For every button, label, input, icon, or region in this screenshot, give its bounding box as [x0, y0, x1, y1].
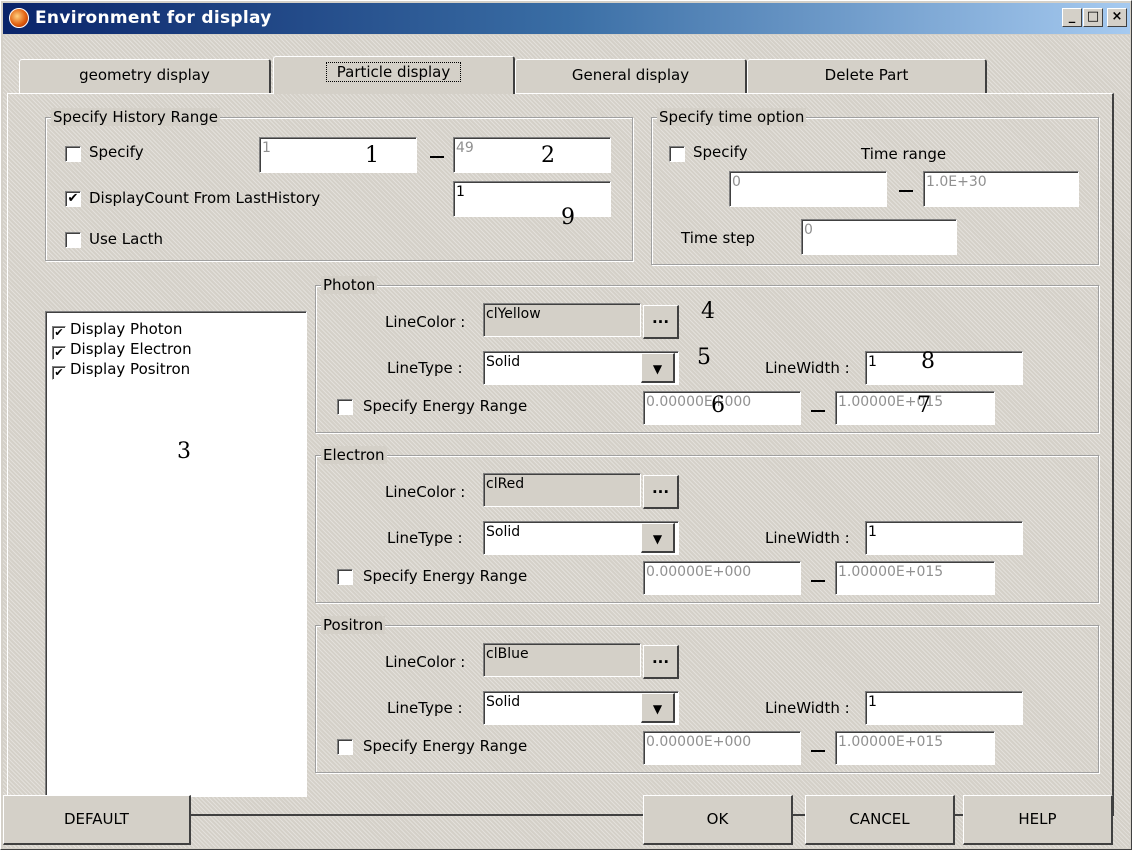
- close-button[interactable]: ×: [1107, 8, 1127, 27]
- electron-energy-label: Specify Energy Range: [363, 567, 528, 585]
- time-step-label: Time step: [681, 229, 755, 247]
- tab-label: geometry display: [79, 66, 210, 84]
- list-item-label: Display Positron: [70, 360, 191, 378]
- window-title: Environment for display: [35, 8, 272, 28]
- positron-energy-checkbox[interactable]: [337, 739, 353, 755]
- displaycount-checkbox[interactable]: ✔: [65, 191, 81, 207]
- annotation-label: 8: [921, 349, 935, 374]
- ok-button[interactable]: OK: [643, 795, 793, 845]
- time-specify-checkbox[interactable]: [669, 146, 685, 162]
- range-dash: [811, 410, 825, 412]
- electron-energy-from-input[interactable]: 0.00000E+000: [643, 561, 801, 595]
- annotation-label: 2: [541, 143, 555, 168]
- dialog-window: Environment for display _ □ × geometry d…: [0, 0, 1132, 850]
- photon-linewidth-label: LineWidth :: [765, 359, 850, 377]
- positron-energy-to-input[interactable]: 1.00000E+015: [835, 731, 995, 765]
- tab-label: General display: [571, 66, 690, 84]
- annotation-label: 6: [711, 393, 725, 418]
- tab-label: Particle display: [325, 62, 462, 82]
- time-range-from-input[interactable]: 0: [729, 171, 887, 207]
- uselacth-checkbox[interactable]: [65, 232, 81, 248]
- help-button[interactable]: HELP: [963, 795, 1113, 845]
- annotation-label: 9: [561, 205, 575, 230]
- positron-energy-label: Specify Energy Range: [363, 737, 528, 755]
- photon-energy-to-input[interactable]: 1.00000E+015: [835, 391, 995, 425]
- time-step-input[interactable]: 0: [801, 219, 957, 255]
- electron-energy-checkbox[interactable]: [337, 569, 353, 585]
- annotation-label: 5: [697, 345, 711, 370]
- annotation-label: 4: [701, 299, 715, 324]
- default-button[interactable]: DEFAULT: [3, 795, 191, 845]
- photon-energy-checkbox[interactable]: [337, 399, 353, 415]
- displaycount-label: DisplayCount From LastHistory: [89, 189, 321, 207]
- display-particle-list[interactable]: ✔ Display Photon ✔ Display Electron ✔ Displ…: [45, 311, 307, 797]
- range-dash: [430, 156, 444, 158]
- time-range-label: Time range: [861, 145, 947, 163]
- electron-color-browse-button[interactable]: ...: [643, 475, 679, 509]
- positron-color-browse-button[interactable]: ...: [643, 645, 679, 679]
- list-item[interactable]: ✔ Display Electron: [52, 340, 192, 360]
- photon-linetype-label: LineType :: [387, 359, 463, 377]
- electron-linewidth-label: LineWidth :: [765, 529, 850, 547]
- display-photon-checkbox[interactable]: ✔: [52, 326, 66, 340]
- tab-geometry-display[interactable]: geometry display: [19, 59, 271, 93]
- positron-linetype-label: LineType :: [387, 699, 463, 717]
- history-specify-label: Specify: [89, 143, 144, 161]
- title-bar[interactable]: Environment for display _ □ ×: [3, 3, 1130, 34]
- group-legend: Positron: [321, 616, 386, 634]
- group-legend: Photon: [321, 276, 378, 294]
- annotation-label: 7: [917, 393, 931, 418]
- photon-linecolor-label: LineColor :: [385, 313, 466, 331]
- tab-general-display[interactable]: General display: [515, 59, 747, 93]
- range-dash: [899, 190, 913, 192]
- annotation-label: 1: [365, 143, 379, 168]
- tab-delete-part[interactable]: Delete Part: [747, 59, 987, 93]
- chevron-down-icon[interactable]: ▼: [641, 693, 675, 723]
- displaycount-input[interactable]: 1: [453, 181, 611, 217]
- electron-linecolor-field[interactable]: clRed: [483, 473, 641, 507]
- history-to-input[interactable]: 49: [453, 137, 611, 173]
- positron-linewidth-label: LineWidth :: [765, 699, 850, 717]
- group-legend: Specify History Range: [51, 108, 221, 126]
- maximize-button[interactable]: □: [1083, 8, 1103, 27]
- group-legend: Specify time option: [657, 108, 807, 126]
- list-item[interactable]: ✔ Display Positron: [52, 360, 190, 380]
- positron-linecolor-field[interactable]: clBlue: [483, 643, 641, 677]
- electron-linetype-label: LineType :: [387, 529, 463, 547]
- positron-linecolor-label: LineColor :: [385, 653, 466, 671]
- range-dash: [811, 580, 825, 582]
- chevron-down-icon[interactable]: ▼: [641, 523, 675, 553]
- list-item-label: Display Photon: [70, 320, 183, 338]
- chevron-down-icon[interactable]: ▼: [641, 353, 675, 383]
- list-item-label: Display Electron: [70, 340, 192, 358]
- photon-energy-label: Specify Energy Range: [363, 397, 528, 415]
- photon-linecolor-field[interactable]: clYellow: [483, 303, 641, 337]
- electron-linecolor-label: LineColor :: [385, 483, 466, 501]
- photon-color-browse-button[interactable]: ...: [643, 305, 679, 339]
- positron-linewidth-input[interactable]: 1: [865, 691, 1023, 725]
- photon-linewidth-input[interactable]: 1: [865, 351, 1023, 385]
- tab-label: Delete Part: [824, 66, 909, 84]
- uselacth-label: Use Lacth: [89, 230, 163, 248]
- dialog-body: geometry display Particle display Genera…: [3, 35, 1130, 848]
- cancel-button[interactable]: CANCEL: [805, 795, 955, 845]
- group-legend: Electron: [321, 446, 387, 464]
- annotation-label: 3: [177, 439, 191, 464]
- time-range-to-input[interactable]: 1.0E+30: [923, 171, 1079, 207]
- history-from-input[interactable]: 1: [259, 137, 417, 173]
- display-electron-checkbox[interactable]: ✔: [52, 346, 66, 360]
- electron-linewidth-input[interactable]: 1: [865, 521, 1023, 555]
- minimize-button[interactable]: _: [1062, 8, 1082, 27]
- range-dash: [811, 750, 825, 752]
- positron-energy-from-input[interactable]: 0.00000E+000: [643, 731, 801, 765]
- electron-energy-to-input[interactable]: 1.00000E+015: [835, 561, 995, 595]
- display-positron-checkbox[interactable]: ✔: [52, 366, 66, 380]
- list-item[interactable]: ✔ Display Photon: [52, 320, 182, 340]
- tab-particle-display[interactable]: Particle display: [273, 56, 515, 94]
- history-specify-checkbox[interactable]: [65, 146, 81, 162]
- time-specify-label: Specify: [693, 143, 748, 161]
- app-icon: [9, 8, 29, 28]
